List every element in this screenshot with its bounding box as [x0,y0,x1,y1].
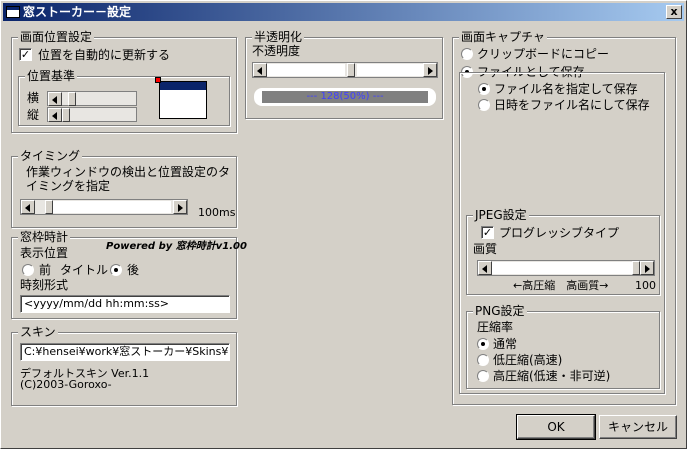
vertical-label: 縦 [27,108,40,122]
compression-high-label: 高圧縮(低速・非可逆) [493,369,611,383]
opacity-readout-text: --- 128(50%) --- [262,91,428,103]
compression-label: 圧縮率 [477,320,514,334]
jpeg-group: JPEG設定 ✓ プログレッシブタイプ 画質 ←高圧縮 高画質→ 100 [466,208,660,295]
progressive-label: プログレッシブタイプ [499,226,620,240]
horizontal-thumb[interactable] [68,92,76,106]
clock-front-label: 前 [39,263,52,277]
specify-name-label: ファイル名を指定して保存 [494,82,638,96]
skin-copyright: (C)2003-Goroxo- [20,378,112,391]
horizontal-label: 横 [27,91,40,105]
clipboard-label: クリップボードにコピー [477,47,610,61]
quality-left-arrow-icon[interactable] [478,261,492,275]
timing-track [53,201,171,213]
preview-titlebar [160,82,206,90]
opacity-group-legend: 半透明化 [252,30,305,44]
cancel-button[interactable]: キャンセル [599,415,677,439]
clock-front-radio[interactable] [22,264,34,276]
quality-track [492,262,632,274]
quality-value: 100 [635,279,656,292]
timing-description-line2: イミングを指定 [26,179,111,193]
clock-title-label: タイトル [60,263,109,277]
capture-group: 画面キャプチャ クリップボードにコピー ファイルとして保存 ファイル名を指定して… [452,30,676,405]
clock-back-radio[interactable] [110,264,122,276]
preview-position-marker-icon [155,77,161,83]
powered-by-label: Powered by 窓枠時計v1.00 [106,241,247,252]
auto-update-label: 位置を自動的に更新する [38,48,171,62]
timing-right-arrow-icon[interactable] [173,200,187,214]
time-format-label: 時刻形式 [20,278,69,292]
opacity-track-left [267,64,345,76]
compression-low-radio[interactable] [477,354,489,366]
window-title: 窓ストーカー－設定 [23,5,132,19]
skin-group: スキン C:¥hensei¥work¥窓ストーカー¥Skins¥De デフォルト… [11,325,237,406]
close-button[interactable]: x [666,5,682,19]
compression-normal-radio[interactable] [477,338,489,350]
clipboard-radio[interactable] [461,48,473,60]
vertical-left-arrow-icon[interactable] [48,108,62,122]
horizontal-left-arrow-icon[interactable] [48,92,62,106]
timing-value: 100ms [198,206,236,219]
compression-normal-label: 通常 [493,337,518,351]
datetime-name-radio[interactable] [478,99,490,111]
clock-group-legend: 窓枠時計 [18,230,71,244]
quality-slider[interactable] [477,260,655,276]
opacity-left-arrow-icon[interactable] [253,63,267,77]
save-file-subgroup: ファイル名を指定して保存 日時をファイル名にして保存 JPEG設定 ✓ プログレ… [459,72,665,394]
clock-group: 窓枠時計 Powered by 窓枠時計v1.00 表示位置 前 タイトル 後 … [11,230,247,319]
specify-name-radio[interactable] [478,83,490,95]
png-group-legend: PNG設定 [473,304,527,318]
title-bar[interactable]: 窓ストーカー－設定 x [3,3,684,21]
clock-back-label: 後 [127,263,140,277]
opacity-group: 半透明化 不透明度 --- 128(50%) --- [245,30,443,119]
timing-left-arrow-icon[interactable] [21,200,35,214]
compression-low-label: 低圧縮(高速) [493,353,563,367]
position-reference-legend: 位置基準 [25,69,78,83]
quality-label: 画質 [473,242,498,256]
datetime-name-label: 日時をファイル名にして保存 [494,98,650,112]
timing-group-legend: タイミング [18,149,83,163]
timing-slider[interactable] [20,199,188,215]
display-position-label: 表示位置 [20,246,69,260]
vertical-thumb[interactable] [62,108,70,122]
opacity-track-right [357,64,423,76]
horizontal-slider[interactable] [47,91,137,106]
quality-scale-label: ←高圧縮 高画質→ [513,279,609,292]
time-format-input[interactable]: <yyyy/mm/dd hh:mm:ss> [20,295,230,313]
opacity-readout: --- 128(50%) --- [254,88,436,106]
opacity-slider[interactable] [252,62,438,78]
auto-update-checkbox[interactable]: ✓ [19,48,32,61]
skin-group-legend: スキン [18,325,58,339]
vertical-slider[interactable] [47,107,137,122]
opacity-label: 不透明度 [252,44,301,58]
timing-group: タイミング 作業ウィンドウの検出と位置設定のタ イミングを指定 100ms [11,149,237,228]
app-icon [6,6,20,18]
quality-thumb[interactable] [632,261,640,275]
compression-high-radio[interactable] [477,370,489,382]
position-group: 画面位置設定 ✓ 位置を自動的に更新する 位置基準 横 縦 [11,30,237,133]
jpeg-group-legend: JPEG設定 [473,208,529,222]
capture-group-legend: 画面キャプチャ [459,30,547,44]
position-reference-group: 位置基準 横 縦 [18,69,230,126]
timing-thumb[interactable] [45,200,53,214]
settings-window: 窓ストーカー－設定 x 画面位置設定 ✓ 位置を自動的に更新する 位置基準 横 … [0,0,687,449]
opacity-right-arrow-icon[interactable] [423,63,437,77]
progressive-checkbox[interactable]: ✓ [481,226,494,239]
position-group-legend: 画面位置設定 [18,30,95,44]
ok-button[interactable]: OK [516,414,596,440]
png-group: PNG設定 圧縮率 通常 低圧縮(高速) 高圧縮(低速・非可逆) [466,304,660,389]
timing-description-line1: 作業ウィンドウの検出と位置設定のタ [26,165,231,179]
quality-right-arrow-icon[interactable] [640,261,654,275]
skin-path-input[interactable]: C:¥hensei¥work¥窓ストーカー¥Skins¥De [20,343,230,361]
opacity-thumb[interactable] [347,63,355,77]
position-preview [159,81,207,119]
